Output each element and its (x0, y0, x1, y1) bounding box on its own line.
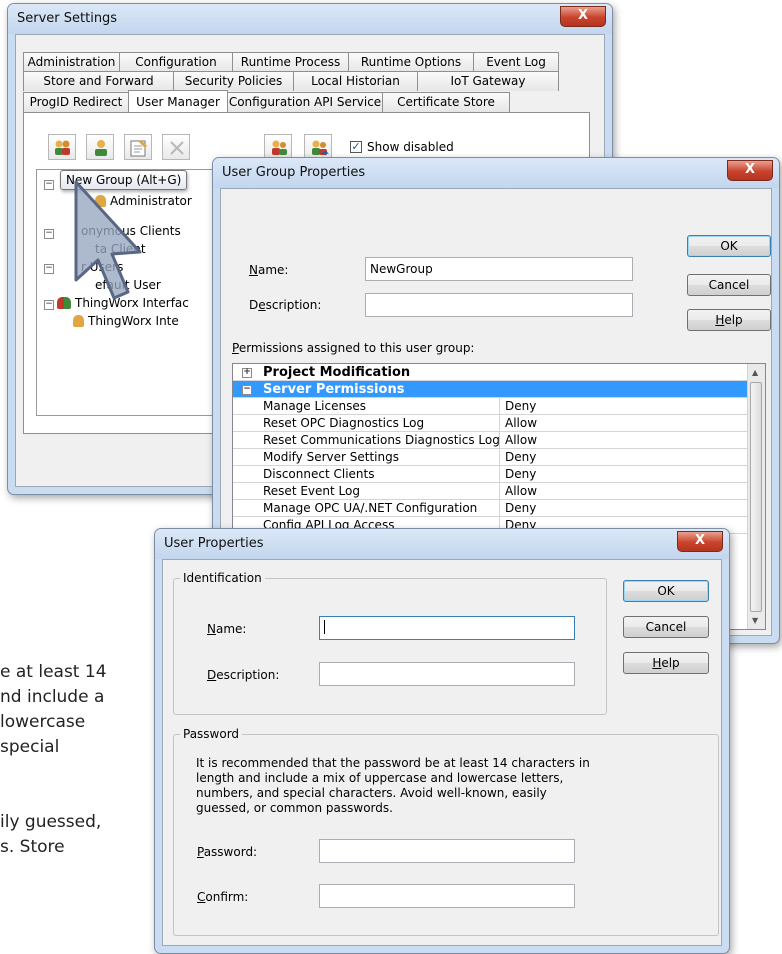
password-input[interactable] (319, 839, 575, 863)
server-settings-close-button[interactable]: X (560, 6, 606, 27)
text-caret (324, 620, 325, 634)
properties-icon (130, 140, 147, 157)
group-name-input[interactable]: NewGroup (365, 257, 633, 281)
user-name-input[interactable] (319, 616, 575, 640)
password-group-label: Password (180, 727, 243, 741)
tab-runtime-process[interactable]: Runtime Process (232, 52, 349, 72)
properties-button[interactable] (124, 134, 152, 160)
group-icon (57, 297, 71, 309)
close-icon: X (694, 533, 706, 548)
permission-row[interactable]: Reset Communications Diagnostics Log Allo… (233, 432, 747, 449)
show-disabled-checkbox[interactable]: ✓ (350, 141, 362, 153)
delete-icon (170, 141, 184, 155)
user-ok-button[interactable]: OK (623, 580, 709, 602)
tree-collapse-icon[interactable]: − (44, 300, 54, 310)
collapse-icon[interactable]: − (242, 385, 252, 395)
permission-row[interactable]: Reset OPC Diagnostics Log Allow (233, 415, 747, 432)
group-ok-button[interactable]: OK (687, 235, 771, 257)
permission-row[interactable]: Reset Event Log Allow (233, 483, 747, 500)
tab-store-and-forward[interactable]: Store and Forward Service (23, 71, 174, 107)
new-user-button[interactable] (86, 134, 114, 160)
group-help-button[interactable]: Help (687, 309, 771, 331)
tab-progid-redirect[interactable]: ProgID Redirect (23, 92, 129, 112)
background-text-line: nd include a (0, 687, 105, 707)
scroll-down-icon[interactable]: ▼ (752, 616, 758, 625)
section-project-modification[interactable]: + Project Modification (233, 364, 747, 381)
server-settings-title: Server Settings (17, 11, 118, 26)
user-properties-window: User Properties X Identification Name: D… (154, 528, 730, 954)
tab-user-manager[interactable]: User Manager (128, 90, 228, 112)
tab-runtime-options[interactable]: Runtime Options (348, 52, 474, 72)
user-name-label: Name: (207, 622, 247, 636)
permission-row[interactable]: Disconnect Clients Deny (233, 466, 747, 483)
tab-certificate-store[interactable]: Certificate Store (382, 92, 510, 112)
background-text-line: lowercase (0, 712, 86, 732)
tab-event-log[interactable]: Event Log (473, 52, 559, 72)
delete-button[interactable] (162, 134, 190, 160)
user-help-button[interactable]: Help (623, 652, 709, 674)
scroll-thumb[interactable] (750, 382, 762, 612)
tab-security-policies[interactable]: Security Policies (173, 71, 294, 91)
expand-icon[interactable]: + (242, 368, 252, 378)
user-properties-close-button[interactable]: X (677, 531, 723, 552)
password-recommendation-line: numbers, and special characters. Avoid w… (196, 786, 547, 800)
confirm-label: Confirm: (197, 890, 249, 904)
close-icon: X (744, 162, 756, 177)
show-disabled-label: Show disabled (367, 140, 454, 154)
background-text-line: special (0, 737, 60, 757)
tree-collapse-icon[interactable]: − (44, 229, 54, 239)
tree-collapse-icon[interactable]: − (44, 180, 54, 190)
tab-row-1: Administration Configuration Runtime Pro… (23, 52, 559, 72)
confirm-password-input[interactable] (319, 884, 575, 908)
tab-configuration-api-service[interactable]: Configuration API Service (227, 92, 383, 112)
import-users-icon (272, 140, 287, 155)
background-text-line: e at least 14 (0, 662, 107, 682)
permissions-scrollbar[interactable]: ▲ ▼ (747, 364, 765, 629)
permission-row[interactable]: Manage OPC UA/.NET Configuration Deny (233, 500, 747, 517)
password-recommendation-line: length and include a mix of uppercase an… (196, 771, 564, 785)
tree-item[interactable]: ThingWorx Inte (73, 314, 179, 328)
user-group-properties-close-button[interactable]: X (727, 160, 773, 181)
tab-administration[interactable]: Administration (23, 52, 120, 72)
tab-iot-gateway[interactable]: IoT Gateway (417, 71, 559, 91)
password-recommendation-line: It is recommended that the password be a… (196, 756, 590, 770)
mouse-pointer-icon (74, 180, 142, 300)
identification-label: Identification (180, 571, 265, 585)
permissions-label: Permissions assigned to this user group: (232, 341, 475, 355)
background-text-line: ily guessed, (0, 812, 102, 832)
tree-collapse-icon[interactable]: − (44, 264, 54, 274)
tab-configuration[interactable]: Configuration (119, 52, 233, 72)
user-properties-title: User Properties (164, 536, 264, 551)
password-recommendation-line: guessed, or common passwords. (196, 801, 393, 815)
group-name-label: Name: (249, 263, 289, 277)
user-cancel-button[interactable]: Cancel (623, 616, 709, 638)
new-group-icon (55, 140, 70, 155)
tab-row-2: Store and Forward Service Security Polic… (23, 71, 559, 107)
user-icon (73, 315, 84, 327)
tab-local-historian[interactable]: Local Historian (293, 71, 418, 91)
close-icon: X (577, 8, 589, 23)
background-text-line: s. Store (0, 837, 65, 857)
group-description-label: Description: (249, 298, 322, 312)
new-group-button[interactable] (48, 134, 76, 160)
tab-row-3: ProgID Redirect User Manager Configurati… (23, 90, 510, 112)
user-description-label: Description: (207, 668, 280, 682)
identification-group: Identification Name: Description: (173, 571, 607, 715)
user-description-input[interactable] (319, 662, 575, 686)
user-group-properties-title: User Group Properties (222, 165, 366, 180)
export-users-icon (312, 140, 329, 156)
permission-row[interactable]: Modify Server Settings Deny (233, 449, 747, 466)
permission-row[interactable]: Manage Licenses Deny (233, 398, 747, 415)
group-description-input[interactable] (365, 293, 633, 317)
new-user-icon (95, 140, 107, 156)
group-cancel-button[interactable]: Cancel (687, 274, 771, 296)
password-label: Password: (197, 845, 258, 859)
password-group: Password It is recommended that the pass… (173, 727, 719, 936)
section-server-permissions[interactable]: − Server Permissions (233, 381, 747, 398)
user-properties-client: Identification Name: Description: OK Can… (162, 559, 722, 946)
scroll-up-icon[interactable]: ▲ (752, 368, 758, 377)
